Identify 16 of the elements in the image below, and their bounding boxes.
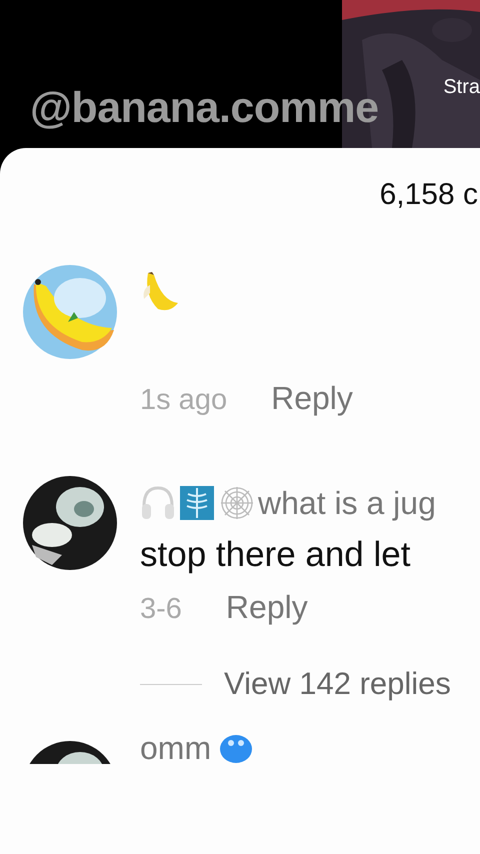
face-icon [219,733,254,763]
comment-time: 3-6 [140,593,182,626]
reply-button[interactable]: Reply [271,380,353,417]
spider-web-icon [218,484,256,522]
video-caption: @banana.comme [30,84,378,133]
video-label: Stra [443,76,480,99]
comment-count: 6,158 c [380,178,479,212]
comment-text: stop there and let [140,535,412,575]
avatar[interactable] [22,475,118,571]
username[interactable]: omm [140,730,212,766]
comment-time: 1s ago [140,384,228,417]
view-replies-button[interactable]: View 142 replies [224,666,451,702]
headphones-icon [140,484,176,522]
x-ray-icon [178,484,216,522]
username[interactable]: what is a jug [258,484,436,522]
reply-button[interactable]: Reply [226,589,308,626]
